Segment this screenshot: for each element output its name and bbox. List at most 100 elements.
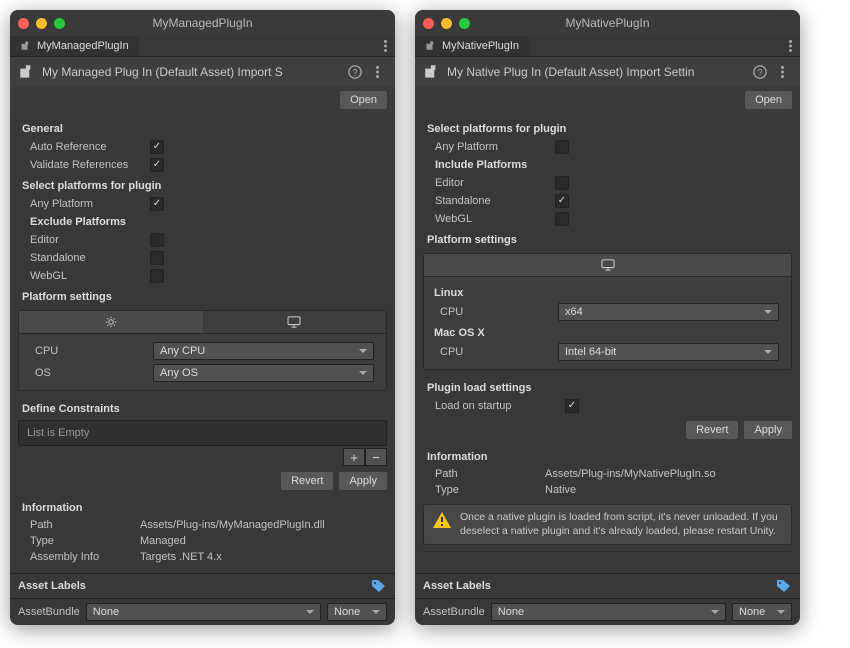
- tag-icon[interactable]: [371, 579, 387, 593]
- section-constraints: Define Constraints: [18, 397, 387, 418]
- kebab-icon: [781, 66, 784, 78]
- apply-button[interactable]: Apply: [339, 472, 387, 490]
- platform-settings-panel: Linux CPUx64 Mac OS X CPUIntel 64-bit: [423, 253, 792, 370]
- linux-cpu-dropdown[interactable]: x64: [558, 303, 779, 321]
- monitor-icon: [287, 316, 301, 328]
- tag-icon[interactable]: [776, 579, 792, 593]
- inspector-content[interactable]: Select platforms for plugin Any Platform…: [415, 113, 800, 573]
- platform-tab-standalone[interactable]: [424, 254, 791, 276]
- platform-tab-editor[interactable]: [19, 311, 203, 333]
- inspector-header: My Managed Plug In (Default Asset) Impor…: [10, 57, 395, 87]
- tab-label: MyManagedPlugIn: [37, 40, 129, 52]
- webgl-checkbox[interactable]: [150, 269, 164, 283]
- standalone-checkbox[interactable]: [150, 251, 164, 265]
- os-dropdown[interactable]: Any OS: [153, 364, 374, 382]
- any-platform-checkbox[interactable]: [555, 140, 569, 154]
- window-title: MyNativePlugIn: [415, 16, 800, 30]
- section-platform-settings: Platform settings: [18, 285, 387, 306]
- footer: Asset Labels AssetBundle None None: [10, 573, 395, 625]
- assembly-info-label: Assembly Info: [30, 551, 140, 563]
- type-label: Type: [30, 535, 140, 547]
- titlebar: MyManagedPlugIn: [10, 10, 395, 36]
- open-button[interactable]: Open: [745, 91, 792, 109]
- asset-labels-heading: Asset Labels: [423, 580, 491, 592]
- path-value: Assets/Plug-ins/MyManagedPlugIn.dll: [140, 519, 325, 531]
- header-menu-button[interactable]: [368, 62, 387, 82]
- close-icon[interactable]: [18, 18, 29, 29]
- constraints-empty: List is Empty: [18, 420, 387, 446]
- any-platform-label: Any Platform: [30, 198, 150, 210]
- remove-constraint-button[interactable]: −: [365, 448, 387, 466]
- standalone-label: Standalone: [435, 195, 555, 207]
- header-menu-button[interactable]: [773, 62, 792, 82]
- kebab-icon: [789, 40, 792, 52]
- webgl-checkbox[interactable]: [555, 212, 569, 226]
- editor-checkbox[interactable]: [555, 176, 569, 190]
- warning-text: Once a native plugin is loaded from scri…: [460, 511, 783, 538]
- mac-heading: Mac OS X: [432, 323, 783, 341]
- maximize-icon[interactable]: [459, 18, 470, 29]
- type-value: Native: [545, 484, 576, 496]
- include-platforms-label: Include Platforms: [423, 156, 792, 174]
- webgl-label: WebGL: [30, 270, 150, 282]
- inspector-tab[interactable]: MyManagedPlugIn: [10, 36, 139, 56]
- managed-plugin-window: MyManagedPlugIn MyManagedPlugIn My Manag…: [10, 10, 395, 625]
- section-platforms: Select platforms for plugin: [423, 117, 792, 138]
- assetbundle-dropdown[interactable]: None: [491, 603, 726, 621]
- plugin-icon: [423, 63, 441, 81]
- svg-text:?: ?: [758, 68, 763, 78]
- type-label: Type: [435, 484, 545, 496]
- assetbundle-dropdown[interactable]: None: [86, 603, 321, 621]
- platform-tab-standalone[interactable]: [203, 311, 387, 333]
- load-startup-checkbox[interactable]: [565, 399, 579, 413]
- open-button[interactable]: Open: [340, 91, 387, 109]
- footer: Asset Labels AssetBundle None None: [415, 573, 800, 625]
- tab-menu-button[interactable]: [781, 36, 800, 56]
- apply-button[interactable]: Apply: [744, 421, 792, 439]
- inspector-tab[interactable]: MyNativePlugIn: [415, 36, 529, 56]
- assembly-info-value: Targets .NET 4.x: [140, 551, 222, 563]
- help-icon[interactable]: ?: [753, 65, 767, 79]
- validate-references-checkbox[interactable]: [150, 158, 164, 172]
- plugin-icon: [18, 63, 36, 81]
- maximize-icon[interactable]: [54, 18, 65, 29]
- inspector-content[interactable]: General Auto Reference Validate Referenc…: [10, 113, 395, 573]
- auto-reference-checkbox[interactable]: [150, 140, 164, 154]
- section-platforms: Select platforms for plugin: [18, 174, 387, 195]
- kebab-icon: [376, 66, 379, 78]
- assetbundle-variant-dropdown[interactable]: None: [327, 603, 387, 621]
- cpu-dropdown[interactable]: Any CPU: [153, 342, 374, 360]
- tab-menu-button[interactable]: [376, 36, 395, 56]
- os-label: OS: [35, 367, 153, 379]
- section-information: Information: [18, 496, 387, 517]
- mac-cpu-dropdown[interactable]: Intel 64-bit: [558, 343, 779, 361]
- revert-button[interactable]: Revert: [686, 421, 738, 439]
- monitor-icon: [601, 259, 615, 271]
- warning-icon: [432, 511, 452, 529]
- minimize-icon[interactable]: [36, 18, 47, 29]
- section-platform-settings: Platform settings: [423, 228, 792, 249]
- minimize-icon[interactable]: [441, 18, 452, 29]
- assetbundle-label: AssetBundle: [423, 606, 485, 618]
- editor-checkbox[interactable]: [150, 233, 164, 247]
- close-icon[interactable]: [423, 18, 434, 29]
- inspector-header: My Native Plug In (Default Asset) Import…: [415, 57, 800, 87]
- gear-icon: [105, 316, 117, 328]
- tab-bar: MyManagedPlugIn: [10, 36, 395, 57]
- assetbundle-label: AssetBundle: [18, 606, 80, 618]
- any-platform-checkbox[interactable]: [150, 197, 164, 211]
- add-constraint-button[interactable]: +: [343, 448, 365, 466]
- header-title: My Managed Plug In (Default Asset) Impor…: [42, 65, 342, 79]
- section-load-settings: Plugin load settings: [423, 376, 792, 397]
- svg-text:?: ?: [353, 68, 358, 78]
- section-information: Information: [423, 445, 792, 466]
- plugin-icon: [20, 40, 32, 52]
- header-title: My Native Plug In (Default Asset) Import…: [447, 65, 747, 79]
- revert-button[interactable]: Revert: [281, 472, 333, 490]
- help-icon[interactable]: ?: [348, 65, 362, 79]
- asset-labels-heading: Asset Labels: [18, 580, 86, 592]
- any-platform-label: Any Platform: [435, 141, 555, 153]
- assetbundle-variant-dropdown[interactable]: None: [732, 603, 792, 621]
- standalone-checkbox[interactable]: [555, 194, 569, 208]
- exclude-platforms-label: Exclude Platforms: [18, 213, 387, 231]
